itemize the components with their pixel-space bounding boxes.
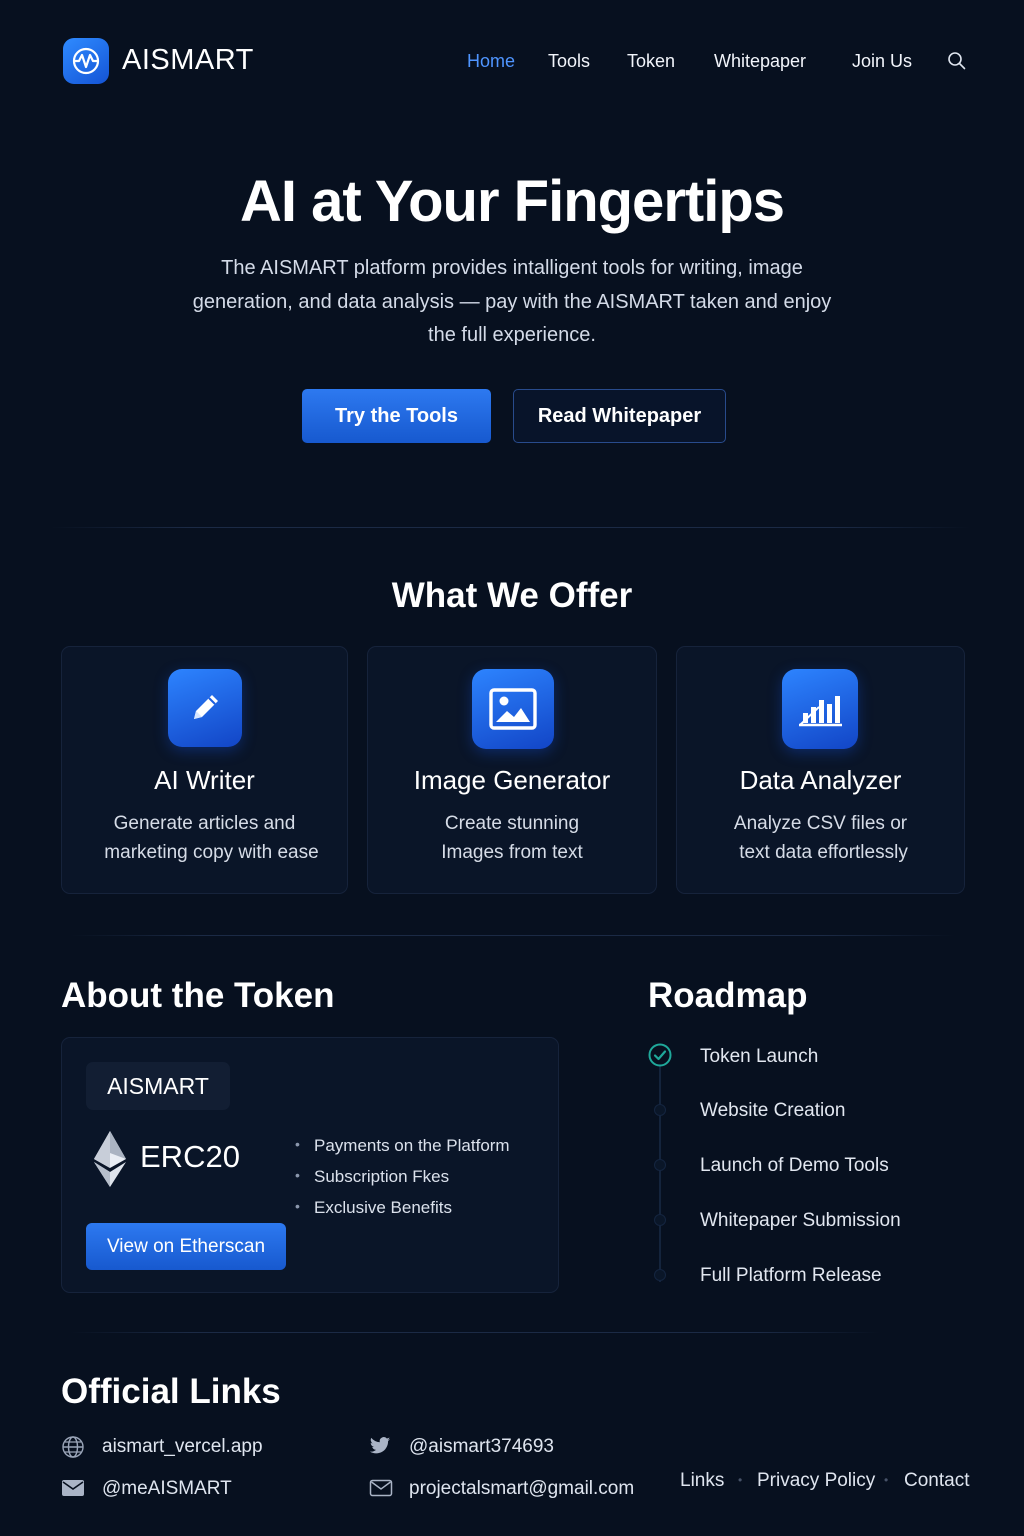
- check-circle-icon: [648, 1043, 672, 1067]
- roadmap-item: Launch of Demo Tools: [700, 1155, 889, 1176]
- card-title: Image Generator: [413, 765, 611, 795]
- list-item: Subscription Fkes: [295, 1167, 510, 1198]
- card-description-line: text data effortlessly: [739, 842, 908, 863]
- links-section-title: Official Links: [61, 1372, 281, 1411]
- card-description-line: marketing copy with ease: [104, 842, 319, 863]
- roadmap-item: Website Creation: [700, 1100, 846, 1121]
- card-description: Create stunning Images from text: [368, 809, 656, 867]
- card-description-line: Analyze CSV files or: [733, 813, 908, 834]
- ethereum-icon: [92, 1130, 128, 1193]
- footer-separator: •: [884, 1473, 889, 1487]
- roadmap-item: Token Launch: [700, 1046, 819, 1067]
- section-divider: [70, 935, 955, 936]
- roadmap-dot: [654, 1269, 666, 1281]
- nav-whitepaper[interactable]: Whitepaper: [714, 51, 806, 72]
- card-title: Data Analyzer: [739, 765, 902, 795]
- roadmap-dot: [654, 1104, 666, 1116]
- card-description-line: Create stunning: [444, 813, 580, 834]
- card-description-line: Generate articles and: [113, 813, 296, 834]
- website-link[interactable]: aismart_vercel.app: [102, 1436, 263, 1458]
- footer-link-links[interactable]: Links: [680, 1470, 724, 1492]
- twitter-link[interactable]: @aismart374693: [409, 1436, 554, 1458]
- card-title: AI Writer: [154, 765, 255, 795]
- image-icon: [472, 669, 554, 749]
- nav-join-us[interactable]: Join Us: [852, 51, 912, 72]
- token-feature-list: Payments on the Platform Subscription Fk…: [295, 1136, 510, 1229]
- footer-link-privacy[interactable]: Privacy Policy: [757, 1470, 875, 1492]
- token-name-badge: AISMART: [86, 1062, 230, 1110]
- token-card: AISMART ERC20 Payments on the Platform S…: [61, 1037, 559, 1293]
- roadmap-dot: [654, 1159, 666, 1171]
- search-icon[interactable]: [947, 51, 969, 73]
- card-description-line: Images from text: [441, 842, 583, 863]
- read-whitepaper-button[interactable]: Read Whitepaper: [513, 389, 726, 443]
- hero-title: AI at Your Fingertips: [239, 169, 785, 234]
- token-standard: ERC20: [140, 1139, 240, 1174]
- globe-icon: [61, 1435, 85, 1459]
- list-item: Payments on the Platform: [295, 1136, 510, 1167]
- footer-separator: •: [738, 1473, 743, 1487]
- roadmap-dot: [654, 1214, 666, 1226]
- roadmap-timeline-line: [659, 1066, 661, 1282]
- offer-card-image-generator[interactable]: Image Generator Create stunning Images f…: [367, 646, 657, 894]
- section-divider: [70, 1332, 880, 1333]
- brand-name[interactable]: AISMART: [122, 44, 254, 77]
- try-tools-button[interactable]: Try the Tools: [302, 389, 491, 443]
- offer-card-data-analyzer[interactable]: Data Analyzer Analyze CSV files or text …: [676, 646, 965, 894]
- roadmap-item: Whitepaper Submission: [700, 1210, 901, 1231]
- footer-link-contact[interactable]: Contact: [904, 1470, 969, 1492]
- logo-icon[interactable]: [63, 38, 109, 84]
- nav-tools[interactable]: Tools: [548, 51, 590, 72]
- nav-home[interactable]: Home: [467, 51, 515, 72]
- pencil-icon: [168, 669, 242, 747]
- roadmap-section-title: Roadmap: [648, 976, 808, 1015]
- card-description: Generate articles and marketing copy wit…: [62, 809, 347, 867]
- view-on-etherscan-button[interactable]: View on Etherscan: [86, 1223, 286, 1270]
- nav-token[interactable]: Token: [627, 51, 675, 72]
- token-section-title: About the Token: [61, 976, 335, 1015]
- twitter-icon: [369, 1436, 393, 1458]
- telegram-icon: [61, 1479, 85, 1499]
- hero-description: The AISMART platform provides intalligen…: [192, 257, 832, 346]
- offer-card-ai-writer[interactable]: AI Writer Generate articles and marketin…: [61, 646, 348, 894]
- bar-chart-icon: [782, 669, 858, 749]
- roadmap-item: Full Platform Release: [700, 1265, 882, 1286]
- telegram-link[interactable]: @meAISMART: [102, 1478, 232, 1500]
- email-link[interactable]: projectalsmart@gmail.com: [409, 1478, 634, 1500]
- email-icon: [369, 1479, 393, 1499]
- card-description: Analyze CSV files or text data effortles…: [677, 809, 964, 867]
- list-item: Exclusive Benefits: [295, 1198, 510, 1229]
- section-divider: [50, 527, 970, 528]
- offer-section-title: What We Offer: [391, 576, 633, 615]
